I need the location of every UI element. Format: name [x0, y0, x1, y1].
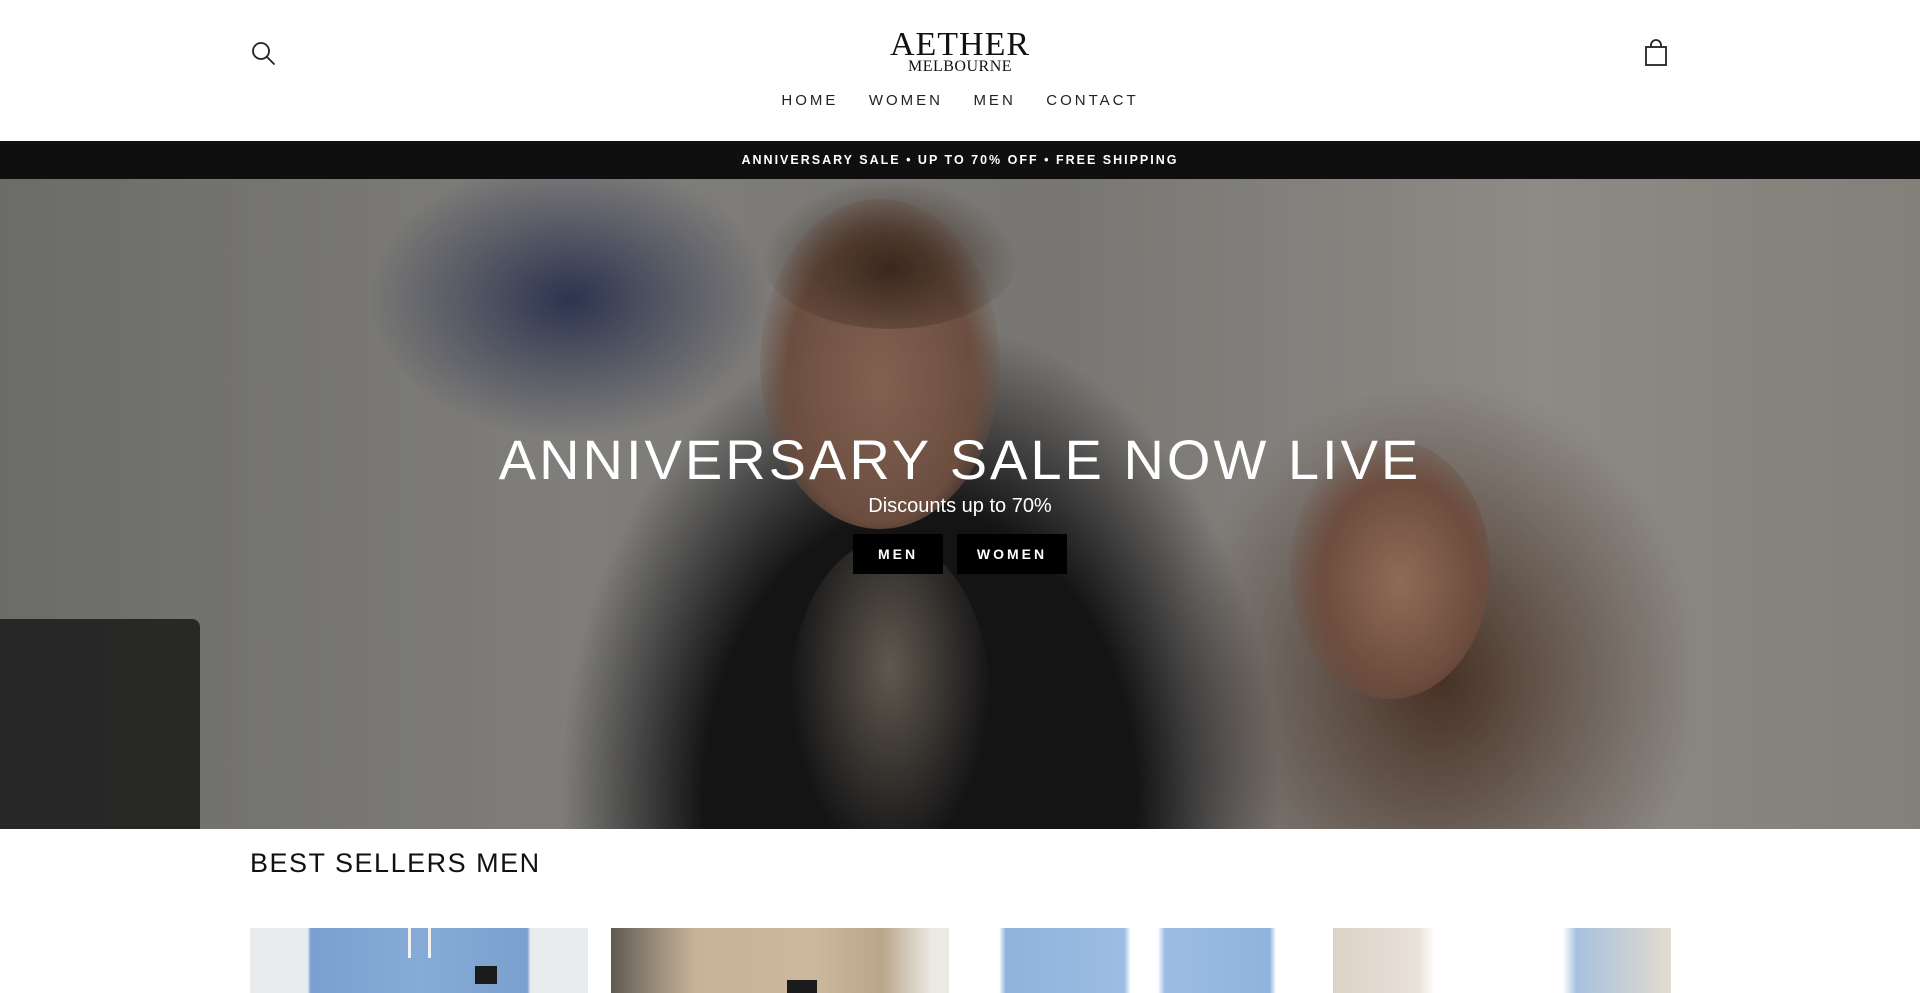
hero-banner: ANNIVERSARY SALE NOW LIVE Discounts up t… [0, 179, 1920, 829]
nav-item-men[interactable]: MEN [973, 92, 1015, 109]
announcement-text: ANNIVERSARY SALE • UP TO 70% OFF • FREE … [741, 153, 1179, 167]
search-icon [252, 42, 275, 65]
site-logo[interactable]: AETHER MELBOURNE [860, 26, 1060, 75]
product-grid [250, 928, 1671, 993]
section-title: BEST SELLERS MEN [250, 848, 541, 878]
nav-item-home[interactable]: HOME [781, 92, 838, 109]
product-card[interactable] [611, 928, 949, 993]
main-nav: HOME WOMEN MEN CONTACT [0, 92, 1920, 110]
shop-women-button[interactable]: WOMEN [957, 534, 1067, 574]
product-label-patch [475, 966, 497, 984]
hero-subtitle: Discounts up to 70% [868, 495, 1052, 517]
hero-title: ANNIVERSARY SALE NOW LIVE [498, 428, 1422, 491]
search-button[interactable] [250, 40, 276, 66]
announcement-bar: ANNIVERSARY SALE • UP TO 70% OFF • FREE … [0, 141, 1920, 179]
product-label-patch [787, 980, 817, 993]
logo-wordmark: AETHER [889, 26, 1031, 63]
hero-content: ANNIVERSARY SALE NOW LIVE Discounts up t… [0, 179, 1920, 829]
nav-item-contact[interactable]: CONTACT [1046, 92, 1138, 109]
nav-item-women[interactable]: WOMEN [869, 92, 943, 109]
cart-button[interactable] [1643, 39, 1669, 67]
drawstring [408, 928, 411, 958]
drawstring [428, 928, 431, 958]
product-card[interactable] [250, 928, 588, 993]
product-card[interactable] [972, 928, 1310, 993]
site-header: AETHER MELBOURNE HOME WOMEN MEN CONTACT [0, 0, 1920, 141]
shop-men-button[interactable]: MEN [853, 534, 943, 574]
shopping-bag-icon [1645, 39, 1667, 66]
hero-buttons: MEN WOMEN [0, 534, 1920, 574]
product-card[interactable] [1333, 928, 1671, 993]
